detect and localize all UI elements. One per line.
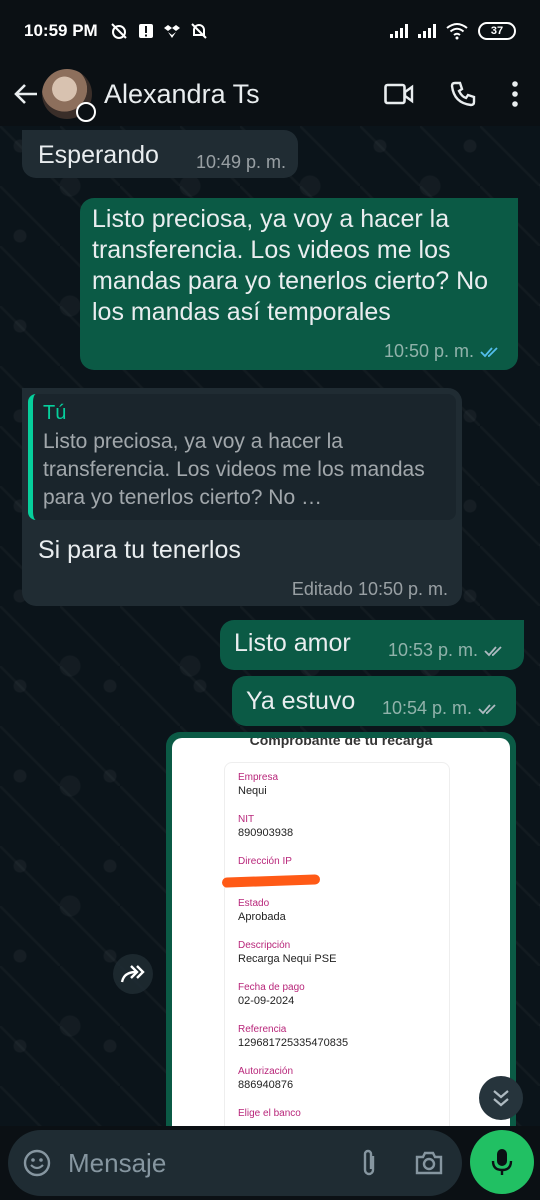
more-vert-icon[interactable] [512, 81, 518, 107]
field-value: 886940876 [238, 1079, 294, 1091]
alert-icon [138, 24, 153, 38]
field-label: NIT [238, 814, 255, 825]
field-value: Nequi [238, 785, 267, 797]
emoji-button[interactable] [22, 1148, 52, 1178]
double-check-icon [484, 645, 502, 656]
chat-header: Alexandra Ts [0, 62, 540, 126]
receipt-title: Comprobante de tu recarga [249, 738, 433, 748]
notifications-off-icon [190, 23, 207, 39]
message-input[interactable] [68, 1147, 328, 1179]
status-time: 10:59 PM [24, 21, 98, 40]
forward-button[interactable] [113, 954, 153, 994]
receipt-field: Elige el banco [238, 1108, 301, 1119]
message-meta: 10:53 p. m. [388, 640, 506, 661]
emoji-icon [23, 1149, 51, 1177]
receipt-field: Empresa Nequi [238, 772, 278, 797]
dropbox-icon [163, 25, 180, 38]
image-message[interactable]: Comprobante de tu recarga Empresa Nequi N… [166, 732, 516, 1126]
field-label: Elige el banco [238, 1108, 301, 1119]
message-time: 10:53 p. m. [387, 640, 478, 660]
mic-icon [491, 1149, 513, 1175]
receipt-field: Fecha de pago 02-09-2024 [238, 982, 305, 1007]
attach-icon[interactable] [360, 1148, 378, 1178]
message-time: 10:54 p. m. [381, 698, 472, 718]
field-value: Aprobada [238, 911, 286, 923]
field-value: 129681725335470835 [238, 1037, 349, 1049]
field-label: Fecha de pago [238, 982, 305, 993]
disappearing-timer-icon [76, 102, 96, 122]
message-meta: 10:50 p. m. [384, 341, 502, 362]
message-text: Listo preciosa, ya voy a hacer la transf… [92, 205, 489, 326]
status-notification-icons [110, 22, 208, 40]
scroll-to-bottom-button[interactable] [479, 1076, 523, 1120]
field-label: Estado [238, 898, 270, 909]
camera-icon[interactable] [414, 1150, 444, 1176]
message-text: Listo amor [234, 629, 351, 657]
receipt-field: Estado Aprobada [238, 898, 286, 923]
voice-message-button[interactable] [470, 1130, 534, 1194]
quote-author: Tú [43, 402, 67, 424]
message-time: 10:49 p. m. [195, 152, 286, 172]
message-incoming-reply[interactable]: Tú Listo preciosa, ya voy a hacer la tra… [22, 388, 462, 606]
signal-icon [418, 24, 436, 38]
forward-icon [120, 965, 145, 983]
message-meta: 10:54 p. m. [382, 698, 500, 719]
phone-icon[interactable] [450, 81, 476, 107]
alarm-off-icon [110, 23, 127, 39]
wifi-icon [446, 23, 468, 40]
message-text: Esperando [38, 141, 159, 169]
field-value: 02-09-2024 [238, 995, 295, 1007]
composer-bar [0, 1126, 540, 1200]
chat-area[interactable]: Esperando 10:49 p. m. Listo preciosa, ya… [0, 126, 540, 1126]
status-bar: 10:59 PM 37 [0, 0, 540, 62]
contact-name[interactable]: Alexandra Ts [104, 79, 260, 110]
signal-icon [390, 24, 408, 38]
receipt-field: Descripción Recarga Nequi PSE [238, 940, 336, 965]
receipt-field: Autorización 886940876 [238, 1066, 293, 1091]
field-label: Autorización [238, 1066, 294, 1077]
back-arrow-icon [14, 84, 37, 104]
receipt-field: Referencia 129681725335470835 [238, 1024, 348, 1049]
double-check-icon [480, 346, 498, 357]
receipt-field: NIT 890903938 [238, 814, 293, 839]
status-system-icons: 37 [390, 22, 516, 40]
field-label: Referencia [238, 1024, 287, 1035]
field-label: Descripción [238, 940, 291, 951]
back-button[interactable] [6, 74, 46, 114]
receipt-field: Dirección IP [238, 856, 292, 869]
contact-avatar[interactable] [42, 69, 96, 122]
message-text: Ya estuvo [246, 687, 356, 715]
message-time: 10:50 p. m. [383, 341, 474, 361]
message-text: Si para tu tenerlos [38, 536, 241, 564]
double-chevron-down-icon [493, 1090, 509, 1107]
message-input-container[interactable] [8, 1130, 462, 1196]
double-check-icon [478, 703, 496, 714]
message-time: Editado 10:50 p. m. [291, 579, 448, 599]
message-outgoing[interactable]: Listo amor 10:53 p. m. [220, 620, 524, 670]
video-call-icon[interactable] [384, 83, 414, 105]
receipt-image[interactable]: Comprobante de tu recarga Empresa Nequi N… [172, 738, 510, 1126]
field-value: Recarga Nequi PSE [238, 953, 337, 965]
quoted-message[interactable]: Tú Listo preciosa, ya voy a hacer la tra… [28, 394, 456, 520]
field-label: Dirección IP [238, 856, 292, 867]
message-outgoing[interactable]: Listo preciosa, ya voy a hacer la transf… [80, 198, 518, 370]
message-incoming[interactable]: Esperando 10:49 p. m. [22, 130, 298, 178]
message-outgoing[interactable]: Ya estuvo 10:54 p. m. [232, 676, 516, 726]
field-value: 890903938 [238, 827, 294, 839]
quote-text: Listo preciosa, ya voy a hacer la transf… [43, 430, 425, 509]
field-label: Empresa [238, 772, 279, 783]
battery-indicator: 37 [478, 22, 516, 40]
